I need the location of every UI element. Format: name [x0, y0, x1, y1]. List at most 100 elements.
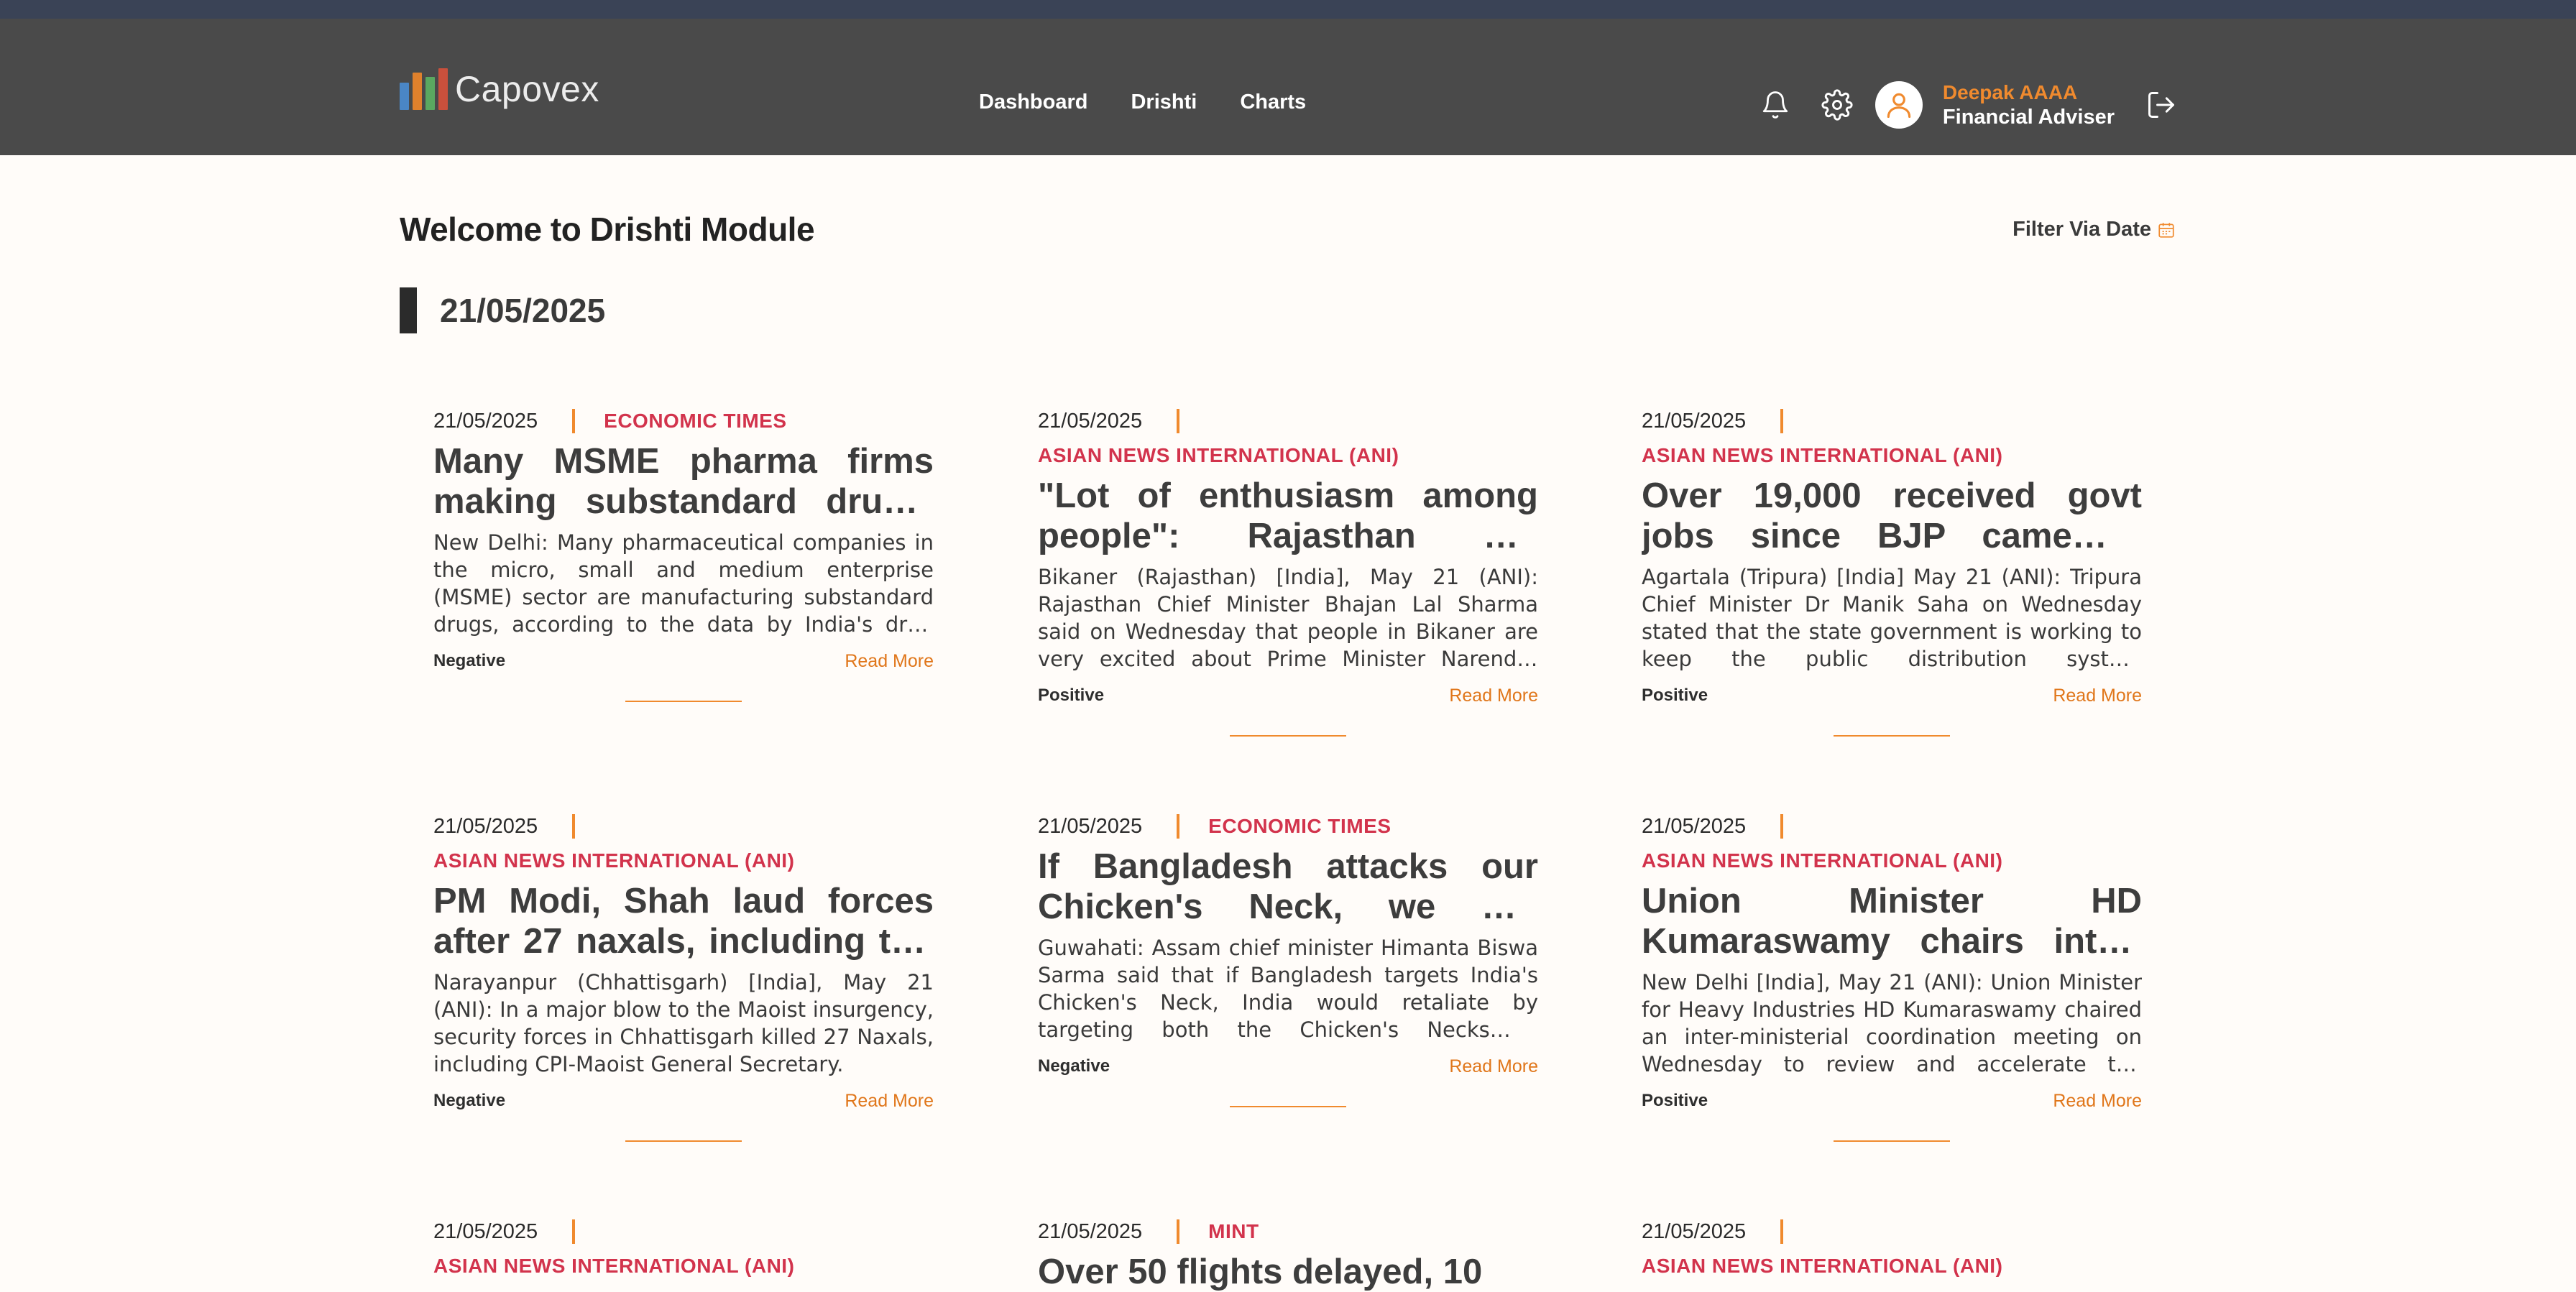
- article-source[interactable]: ASIAN NEWS INTERNATIONAL (ANI): [1642, 844, 2142, 878]
- article-title[interactable]: If Bangladesh attacks our Chicken's Neck…: [1038, 846, 1538, 927]
- card-meta: 21/05/2025 MINT: [1038, 1214, 1538, 1249]
- avatar[interactable]: [1874, 81, 1923, 129]
- article-source[interactable]: ASIAN NEWS INTERNATIONAL (ANI): [1642, 1249, 2142, 1283]
- card-meta: 21/05/2025 ASIAN NEWS INTERNATIONAL (ANI…: [1038, 404, 1538, 473]
- nav-dashboard[interactable]: Dashboard: [979, 91, 1087, 114]
- meta-divider: [1780, 1219, 1784, 1244]
- news-card: 21/05/2025 ASIAN NEWS INTERNATIONAL (ANI…: [1642, 809, 2142, 1142]
- article-date: 21/05/2025: [1642, 1220, 1747, 1243]
- article-summary: New Delhi [India], May 21 (ANI): Union M…: [1642, 970, 2142, 1076]
- meta-divider: [1177, 1219, 1180, 1244]
- meta-divider: [1780, 814, 1784, 839]
- date-heading-text: 21/05/2025: [440, 292, 606, 329]
- card-meta: 21/05/2025 ECONOMIC TIMES: [1038, 809, 1538, 844]
- article-date: 21/05/2025: [1642, 815, 1747, 838]
- card-divider: [1834, 735, 1950, 737]
- news-card: 21/05/2025 ECONOMIC TIMES If Bangladesh …: [1038, 809, 1538, 1107]
- meta-divider: [1780, 409, 1784, 433]
- article-source[interactable]: ASIAN NEWS INTERNATIONAL (ANI): [1642, 438, 2142, 473]
- article-date: 21/05/2025: [433, 1220, 538, 1243]
- filter-via-date-button[interactable]: Filter Via Date: [2012, 218, 2176, 241]
- card-footer: Positive Read More: [1642, 686, 2142, 706]
- nav-drishti[interactable]: Drishti: [1131, 91, 1197, 114]
- card-meta: 21/05/2025 ASIAN NEWS INTERNATIONAL (ANI…: [1642, 404, 2142, 473]
- sentiment-label: Negative: [433, 651, 506, 670]
- article-source[interactable]: ECONOMIC TIMES: [1208, 809, 1391, 844]
- article-source[interactable]: ECONOMIC TIMES: [604, 404, 786, 438]
- news-card: 21/05/2025 ASIAN NEWS INTERNATIONAL (ANI…: [1642, 404, 2142, 737]
- brand-logo[interactable]: Capovex: [400, 68, 599, 111]
- sentiment-label: Negative: [1038, 1056, 1110, 1076]
- read-more-link[interactable]: Read More: [2053, 1091, 2142, 1112]
- news-card: 21/05/2025 MINT Over 50 flights delayed,…: [1038, 1214, 1538, 1292]
- card-footer: Negative Read More: [1038, 1056, 1538, 1077]
- news-card: 21/05/2025 ECONOMIC TIMES Many MSME phar…: [433, 404, 934, 702]
- brand-name: Capovex: [455, 69, 599, 109]
- sentiment-label: Positive: [1642, 1091, 1708, 1110]
- card-divider: [1230, 735, 1346, 737]
- sentiment-label: Positive: [1038, 686, 1105, 705]
- user-name: Deepak AAAA: [1942, 81, 2078, 103]
- article-title[interactable]: Many MSME pharma firms making substandar…: [433, 441, 934, 522]
- article-date: 21/05/2025: [1642, 410, 1747, 433]
- article-date: 21/05/2025: [433, 410, 538, 433]
- article-summary: Guwahati: Assam chief minister Himanta B…: [1038, 936, 1538, 1042]
- browser-top-strip: [0, 0, 2576, 19]
- read-more-link[interactable]: Read More: [1449, 686, 1538, 706]
- article-date: 21/05/2025: [433, 815, 538, 838]
- article-title[interactable]: Over 19,000 received govt jobs since BJP…: [1642, 476, 2142, 556]
- read-more-link[interactable]: Read More: [1449, 1056, 1538, 1077]
- article-source[interactable]: MINT: [1208, 1214, 1259, 1249]
- card-divider: [625, 1140, 742, 1142]
- article-title[interactable]: Union Minister HD Kumaraswamy chairs int…: [1642, 881, 2142, 961]
- gear-icon[interactable]: [1819, 87, 1855, 123]
- card-meta: 21/05/2025 ASIAN NEWS INTERNATIONAL (ANI…: [1642, 809, 2142, 878]
- notification-bell-icon[interactable]: [1757, 87, 1793, 123]
- article-summary: Narayanpur (Chhattisgarh) [India], May 2…: [433, 970, 934, 1076]
- read-more-link[interactable]: Read More: [845, 651, 934, 672]
- user-role: Financial Adviser: [1942, 106, 2115, 129]
- article-date: 21/05/2025: [1038, 1220, 1143, 1243]
- card-footer: Positive Read More: [1642, 1091, 2142, 1112]
- page-title: Welcome to Drishti Module: [400, 211, 815, 248]
- logo-bars-icon: [400, 68, 448, 110]
- article-date: 21/05/2025: [1038, 410, 1143, 433]
- card-divider: [1834, 1140, 1950, 1142]
- meta-divider: [572, 814, 576, 839]
- article-date: 21/05/2025: [1038, 815, 1143, 838]
- meta-divider: [572, 409, 576, 433]
- date-heading-bar: [400, 287, 417, 333]
- article-summary: Bikaner (Rajasthan) [India], May 21 (ANI…: [1038, 565, 1538, 671]
- article-source[interactable]: ASIAN NEWS INTERNATIONAL (ANI): [1038, 438, 1538, 473]
- sentiment-label: Negative: [433, 1091, 506, 1110]
- card-meta: 21/05/2025 ECONOMIC TIMES: [433, 404, 934, 438]
- read-more-link[interactable]: Read More: [845, 1091, 934, 1112]
- card-footer: Negative Read More: [433, 651, 934, 672]
- date-heading: 21/05/2025: [400, 287, 605, 333]
- article-summary: New Delhi: Many pharmaceutical companies…: [433, 530, 934, 637]
- article-source[interactable]: ASIAN NEWS INTERNATIONAL (ANI): [433, 1249, 934, 1283]
- filter-label: Filter Via Date: [2012, 218, 2151, 241]
- main-nav: Dashboard Drishti Charts: [979, 91, 1306, 114]
- article-title[interactable]: PM Modi, Shah laud forces after 27 naxal…: [433, 881, 934, 961]
- nav-charts[interactable]: Charts: [1240, 91, 1306, 114]
- article-title[interactable]: "Lot of enthusiasm among people": Rajast…: [1038, 476, 1538, 556]
- meta-divider: [1177, 814, 1180, 839]
- news-card: 21/05/2025 ASIAN NEWS INTERNATIONAL (ANI…: [433, 1214, 934, 1283]
- news-card: 21/05/2025 ASIAN NEWS INTERNATIONAL (ANI…: [1038, 404, 1538, 737]
- logout-icon[interactable]: [2143, 87, 2179, 123]
- meta-divider: [572, 1219, 576, 1244]
- user-info: Deepak AAAA Financial Adviser: [1943, 80, 2115, 129]
- calendar-icon: [2158, 222, 2174, 238]
- article-summary: Agartala (Tripura) [India] May 21 (ANI):…: [1642, 565, 2142, 671]
- news-card: 21/05/2025 ASIAN NEWS INTERNATIONAL (ANI…: [1642, 1214, 2142, 1283]
- top-navbar: Capovex Dashboard Drishti Charts Deepak …: [0, 19, 2576, 155]
- card-divider: [1230, 1106, 1346, 1107]
- card-meta: 21/05/2025 ASIAN NEWS INTERNATIONAL (ANI…: [433, 809, 934, 878]
- card-footer: Negative Read More: [433, 1091, 934, 1112]
- sentiment-label: Positive: [1642, 686, 1708, 705]
- read-more-link[interactable]: Read More: [2053, 686, 2142, 706]
- news-card: 21/05/2025 ASIAN NEWS INTERNATIONAL (ANI…: [433, 809, 934, 1142]
- article-source[interactable]: ASIAN NEWS INTERNATIONAL (ANI): [433, 844, 934, 878]
- meta-divider: [1177, 409, 1180, 433]
